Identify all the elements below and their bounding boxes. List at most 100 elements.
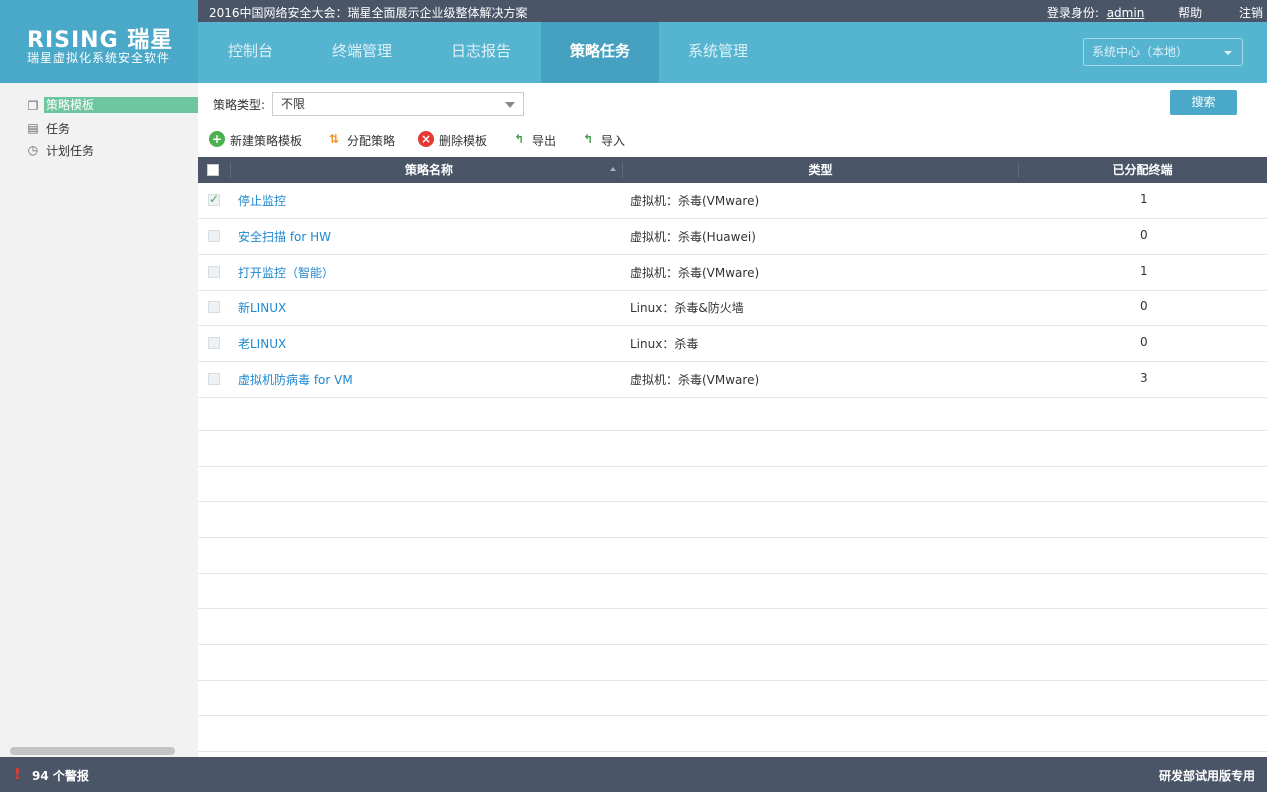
table-row[interactable]: 停止监控 虚拟机：杀毒(VMware) 1 <box>198 183 1267 219</box>
site-select[interactable]: 系统中心（本地） <box>1083 38 1243 66</box>
policy-type-value: 不限 <box>281 97 306 111</box>
alerts-count[interactable]: 94 个警报 <box>32 767 89 784</box>
new-template-button[interactable]: + 新建策略模板 <box>209 131 309 149</box>
assigned-count: 1 <box>1140 264 1148 278</box>
sidebar-item-templates[interactable]: ❐ 策略模板 <box>26 97 198 115</box>
row-checkbox[interactable] <box>208 192 220 206</box>
delete-template-label: 删除模板 <box>439 134 488 148</box>
main-header: RISING 瑞星 瑞星虚拟化系统安全软件 控制台 终端管理 日志报告 策略任务… <box>0 22 1267 83</box>
export-icon: ↰ <box>513 132 525 146</box>
policy-type: 虚拟机：杀毒(VMware) <box>630 266 760 280</box>
nav-console[interactable]: 控制台 <box>198 22 303 83</box>
empty-row-divider <box>198 537 1267 538</box>
row-checkbox[interactable] <box>208 301 220 313</box>
sidebar-item-tasks[interactable]: ▤ 任务 <box>26 119 198 137</box>
assigned-count: 0 <box>1140 228 1148 242</box>
policy-type: Linux：杀毒&防火墙 <box>630 301 744 315</box>
sidebar-item-scheduled[interactable]: ◷ 计划任务 <box>26 141 198 159</box>
policy-name-link[interactable]: 老LINUX <box>238 335 286 352</box>
sidebar-item-label: 策略模板 <box>44 97 198 113</box>
sort-asc-icon[interactable] <box>610 167 616 171</box>
export-button[interactable]: ↰ 导出 <box>511 131 566 149</box>
new-template-label: 新建策略模板 <box>230 134 303 148</box>
table-row[interactable]: 虚拟机防病毒 for VM 虚拟机：杀毒(VMware) 3 <box>198 362 1267 398</box>
chevron-down-icon <box>505 102 515 108</box>
clipboard-icon: ▤ <box>27 121 39 135</box>
empty-row-divider <box>198 751 1267 752</box>
import-button[interactable]: ↰ 导入 <box>580 131 635 149</box>
nav-logs[interactable]: 日志报告 <box>421 22 541 83</box>
export-label: 导出 <box>532 134 557 148</box>
add-icon: + <box>209 131 225 147</box>
assign-policy-button[interactable]: ⇅ 分配策略 <box>326 131 406 149</box>
assigned-count: 0 <box>1140 335 1148 349</box>
policy-type-select[interactable]: 不限 <box>272 92 524 116</box>
empty-row-divider <box>198 644 1267 645</box>
row-checkbox[interactable] <box>208 337 220 349</box>
sidebar: ❐ 策略模板 ▤ 任务 ◷ 计划任务 <box>0 83 198 757</box>
announcement-text[interactable]: 2016中国网络安全大会：瑞星全面展示企业级整体解决方案 <box>209 4 528 21</box>
login-label: 登录身份: <box>1046 6 1099 20</box>
user-link[interactable]: admin <box>1107 6 1145 20</box>
search-button[interactable]: 搜索 <box>1170 90 1237 115</box>
row-checkbox[interactable] <box>208 230 220 242</box>
sidebar-item-label: 任务 <box>46 122 71 136</box>
assigned-count: 0 <box>1140 299 1148 313</box>
table-header: 策略名称 类型 已分配终端 <box>198 157 1267 183</box>
delete-icon: × <box>418 131 434 147</box>
brand: RISING 瑞星 瑞星虚拟化系统安全软件 <box>0 22 198 83</box>
policy-type: 虚拟机：杀毒(VMware) <box>630 194 760 208</box>
import-icon: ↰ <box>582 132 594 146</box>
policy-type: 虚拟机：杀毒(VMware) <box>630 373 760 387</box>
help-link[interactable]: 帮助 <box>1178 4 1202 21</box>
empty-row-divider <box>198 430 1267 431</box>
table-row[interactable]: 安全扫描 for HW 虚拟机：杀毒(Huawei) 0 <box>198 219 1267 255</box>
chevron-down-icon <box>1224 51 1232 55</box>
template-icon: ❐ <box>27 99 39 113</box>
select-all-checkbox[interactable] <box>207 164 219 176</box>
table-row[interactable]: 新LINUX Linux：杀毒&防火墙 0 <box>198 290 1267 326</box>
nav-endpoint[interactable]: 终端管理 <box>303 22 421 83</box>
policy-name-link[interactable]: 停止监控 <box>238 192 286 209</box>
account-links: 登录身份: admin 帮助 注销 <box>1046 4 1267 21</box>
delete-template-button[interactable]: × 删除模板 <box>418 131 503 149</box>
site-select-value: 系统中心（本地） <box>1092 45 1189 59</box>
policy-name-link[interactable]: 虚拟机防病毒 for VM <box>238 371 353 388</box>
policy-name-link[interactable]: 新LINUX <box>238 299 286 316</box>
empty-row-divider <box>198 573 1267 574</box>
brand-subtitle: 瑞星虚拟化系统安全软件 <box>27 51 171 65</box>
clock-icon: ◷ <box>27 143 39 157</box>
policy-name-link[interactable]: 安全扫描 for HW <box>238 228 331 245</box>
empty-row-divider <box>198 501 1267 502</box>
sidebar-item-label: 计划任务 <box>46 144 95 158</box>
row-checkbox[interactable] <box>208 266 220 278</box>
assigned-count: 1 <box>1140 192 1148 206</box>
row-checkbox[interactable] <box>208 373 220 385</box>
logout-link[interactable]: 注销 <box>1239 4 1263 21</box>
horizontal-scrollbar[interactable] <box>10 747 175 755</box>
assign-policy-label: 分配策略 <box>347 134 396 148</box>
policy-type-label: 策略类型: <box>213 98 266 112</box>
empty-row-divider <box>198 608 1267 609</box>
status-footer: ! 94 个警报 研发部试用版专用 <box>0 757 1267 792</box>
assigned-count: 3 <box>1140 371 1148 385</box>
table-row[interactable]: 老LINUX Linux：杀毒 0 <box>198 326 1267 362</box>
empty-row-divider <box>198 715 1267 716</box>
alert-icon[interactable]: ! <box>14 766 22 782</box>
nav-policy-tasks[interactable]: 策略任务 <box>541 22 659 83</box>
policy-type: Linux：杀毒 <box>630 337 699 351</box>
nav-system[interactable]: 系统管理 <box>659 22 777 83</box>
import-label: 导入 <box>601 134 626 148</box>
policy-type: 虚拟机：杀毒(Huawei) <box>630 230 756 244</box>
column-header-type[interactable]: 类型 <box>622 157 1019 183</box>
column-header-assigned[interactable]: 已分配终端 <box>1018 157 1267 183</box>
edition-label: 研发部试用版专用 <box>1158 769 1255 783</box>
column-header-name[interactable]: 策略名称 <box>230 157 628 183</box>
assign-icon: ⇅ <box>328 132 340 146</box>
empty-row-divider <box>198 466 1267 467</box>
table-row[interactable]: 打开监控（智能） 虚拟机：杀毒(VMware) 1 <box>198 255 1267 291</box>
brand-cap <box>0 0 198 22</box>
top-bar: 2016中国网络安全大会：瑞星全面展示企业级整体解决方案 登录身份: admin… <box>0 0 1267 22</box>
empty-row-divider <box>198 680 1267 681</box>
policy-name-link[interactable]: 打开监控（智能） <box>238 264 334 281</box>
